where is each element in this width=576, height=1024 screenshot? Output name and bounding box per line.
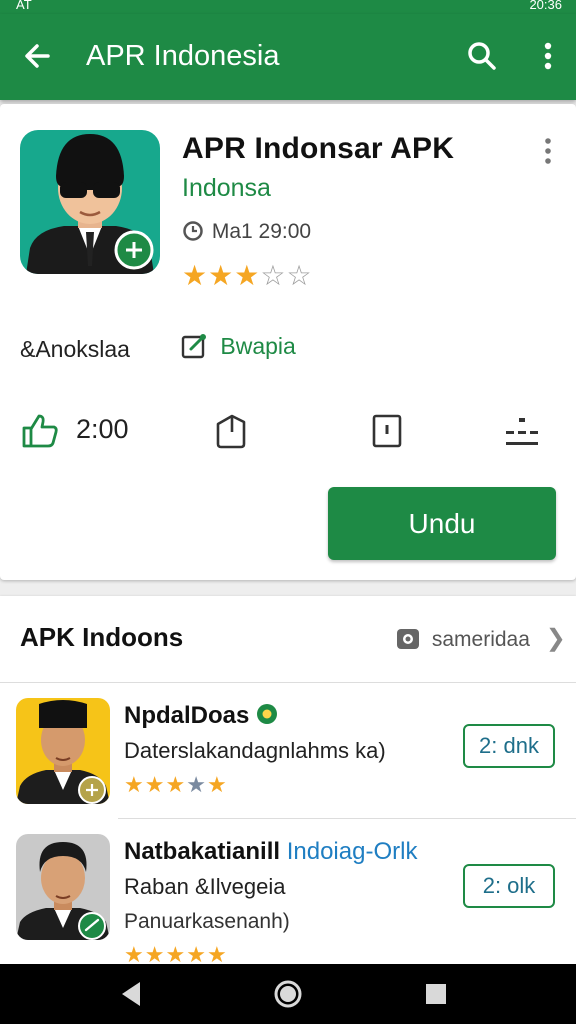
back-arrow-icon[interactable]	[18, 36, 58, 76]
star-icon: ★	[208, 260, 235, 291]
like-count: 2:00	[76, 414, 129, 444]
system-nav-bar	[0, 964, 576, 1024]
status-time: 20:36	[529, 0, 562, 12]
app-title: APR Indonsar APK	[182, 132, 455, 165]
thumb-up-icon	[20, 410, 60, 450]
item-name: Natbakatianill Indoiag-Orlk	[124, 838, 417, 866]
category-label[interactable]: &Anokslaa	[20, 336, 130, 363]
app-thumbnail	[16, 698, 110, 804]
see-more-label: sameridaa	[431, 628, 530, 651]
star-icon: ★	[234, 260, 261, 291]
section-title: APK Indoons	[20, 622, 184, 652]
item-name-text: NpdalDoas	[124, 702, 250, 729]
size-button[interactable]: 2: olk	[463, 864, 555, 908]
card-more-icon[interactable]	[536, 134, 560, 168]
nav-home-icon[interactable]	[272, 978, 304, 1010]
see-more-link[interactable]: sameridaa ❯	[396, 624, 566, 653]
item-subtitle: Raban &Ilvegeia	[124, 874, 286, 899]
clock-icon	[182, 220, 204, 242]
list-item[interactable]: Natbakatianill Indoiag-Orlk Raban &Ilveg…	[0, 832, 576, 966]
size-button[interactable]: 2: dnk	[463, 724, 555, 768]
item-name-text: Natbakatianill	[124, 838, 281, 865]
app-detail-card: APR Indonsar APK Indonsa Ma1 29:00 ★★★☆☆…	[0, 104, 576, 580]
item-developer: Indoiag-Orlk	[286, 838, 418, 865]
like-button[interactable]: 2:00	[20, 410, 160, 450]
item-rating-stars: ★★★★★	[124, 774, 228, 796]
edit-label: Bwapia	[220, 333, 296, 359]
related-apps-card: APK Indoons sameridaa ❯ NpdalDoas Daters…	[0, 596, 576, 966]
menu-icon[interactable]	[502, 410, 542, 450]
item-rating-stars: ★★★★★	[124, 944, 228, 966]
item-name: NpdalDoas	[124, 702, 278, 732]
app-bar: APR Indonesia	[0, 14, 576, 100]
app-bar-title: APR Indonesia	[86, 40, 280, 72]
app-thumbnail	[16, 834, 110, 940]
developer-link[interactable]: Indonsa	[182, 174, 271, 203]
app-icon	[20, 130, 160, 274]
edit-link[interactable]: Bwapia	[180, 332, 296, 360]
star-icon: ★	[206, 772, 228, 797]
star-icon: ★	[186, 772, 207, 797]
more-vert-icon[interactable]	[530, 36, 566, 76]
star-outline-icon: ☆	[260, 260, 287, 291]
star-icon: ★	[144, 772, 166, 797]
edit-icon	[180, 332, 208, 360]
nav-recent-icon[interactable]	[420, 978, 452, 1010]
item-subtitle-2: Panuarkasenanh)	[124, 910, 290, 933]
status-left-text: AT	[16, 0, 32, 12]
share-icon[interactable]	[212, 410, 250, 450]
verified-badge-icon	[256, 703, 278, 732]
download-button[interactable]: Undu	[328, 487, 556, 560]
star-outline-icon: ☆	[286, 260, 313, 291]
chevron-right-icon: ❯	[545, 625, 566, 652]
app-meta-text: Ma1 29:00	[211, 220, 312, 243]
camera-icon	[396, 627, 420, 651]
star-icon: ★	[182, 260, 209, 291]
list-item[interactable]: NpdalDoas Daterslakandagnlahms ka) ★★★★★…	[0, 696, 576, 816]
app-rating-stars: ★★★☆☆	[182, 262, 313, 290]
search-icon[interactable]	[462, 36, 502, 76]
star-icon: ★	[124, 772, 145, 797]
nav-back-icon[interactable]	[116, 978, 148, 1010]
divider	[118, 818, 576, 819]
bookmark-icon[interactable]	[368, 410, 406, 450]
divider	[0, 682, 576, 683]
status-bar: AT 20:36	[0, 0, 576, 14]
item-subtitle: Daterslakandagnlahms ka)	[124, 738, 386, 763]
star-icon: ★	[165, 772, 187, 797]
app-meta: Ma1 29:00	[182, 220, 311, 244]
